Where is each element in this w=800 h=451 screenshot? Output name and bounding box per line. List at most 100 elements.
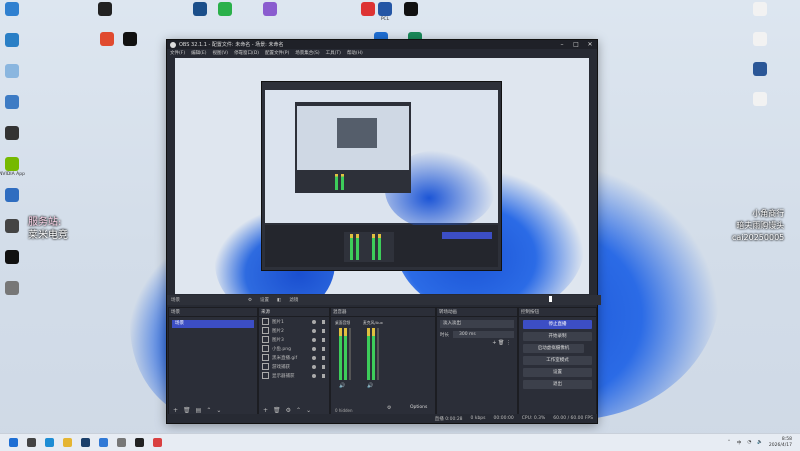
volume-fader[interactable] (377, 328, 379, 380)
speaker-icon[interactable]: 🔊 (367, 383, 373, 389)
lock-icon[interactable] (322, 346, 325, 351)
studio-mode-button[interactable]: 工作室模式 (523, 356, 592, 365)
mixer-gear-icon[interactable]: ⚙ (387, 405, 391, 411)
lock-icon[interactable] (322, 337, 325, 342)
properties-tab[interactable]: 设置 (260, 297, 269, 303)
obs-window[interactable]: OBS 32.1.1 - 配置文件: 未命名 - 场景: 未命名 – □ ✕ 文… (166, 39, 601, 424)
speaker-icon[interactable]: 🔊 (339, 383, 345, 389)
wifi-icon[interactable]: ◔ (747, 440, 751, 445)
move-down-icon[interactable]: ⌄ (216, 407, 221, 414)
obs-icon[interactable] (135, 438, 144, 447)
stop-streaming-button[interactable]: 停止直播 (523, 320, 592, 329)
source-item[interactable]: 图片1 (259, 317, 329, 326)
menu-item[interactable]: 工具(T) (326, 50, 341, 56)
desktop-shortcut[interactable] (0, 2, 27, 17)
scene-item[interactable]: 场景 (172, 320, 254, 328)
filters-tab[interactable]: 滤镜 (289, 297, 298, 303)
lock-icon[interactable] (322, 355, 325, 360)
start-icon[interactable] (9, 438, 18, 447)
source-item[interactable]: 游戏捕获 (259, 362, 329, 371)
filter-icon[interactable]: ◧ (277, 298, 281, 303)
add-source-icon[interactable]: + (263, 407, 268, 414)
move-down-icon[interactable]: ⌄ (306, 407, 311, 414)
close-icon[interactable]: ✕ (583, 41, 597, 48)
clock[interactable]: 8:58 2026/4/17 (769, 437, 792, 449)
gear-icon[interactable]: ⚙ (286, 407, 291, 414)
search-icon[interactable] (27, 438, 36, 447)
options-button[interactable]: Options (410, 405, 427, 410)
desktop-shortcut[interactable] (745, 2, 775, 17)
menu-item[interactable]: 帮助(H) (347, 50, 363, 56)
lock-icon[interactable] (322, 364, 325, 369)
desktop-shortcut[interactable] (396, 2, 426, 17)
desktop-shortcut[interactable] (210, 2, 240, 17)
desktop-shortcut[interactable] (0, 33, 27, 48)
desktop-shortcut[interactable] (0, 64, 27, 79)
desktop-shortcut[interactable] (0, 95, 27, 110)
gear-icon[interactable]: ⚙ (248, 298, 252, 303)
add-scene-icon[interactable]: + (173, 407, 178, 414)
maximize-icon[interactable]: □ (569, 41, 583, 48)
app-icon[interactable] (99, 438, 108, 447)
volume-fader[interactable] (349, 328, 351, 380)
visibility-icon[interactable] (312, 355, 316, 360)
visibility-icon[interactable] (312, 346, 316, 351)
visibility-icon[interactable] (312, 373, 316, 378)
source-item[interactable]: 图片3 (259, 335, 329, 344)
menu-item[interactable]: 视图(V) (212, 50, 228, 56)
settings-icon[interactable] (117, 438, 126, 447)
menu-item[interactable]: 停靠窗口(D) (234, 50, 259, 56)
add-transition-icon[interactable]: + (492, 340, 496, 346)
menu-item[interactable]: 配置文件(P) (265, 50, 289, 56)
delete-icon[interactable]: 🗑 (183, 407, 191, 414)
virtual-camera-button[interactable]: 启动虚拟摄像机 (523, 344, 584, 353)
desktop-shortcut[interactable] (0, 281, 27, 296)
edge-icon[interactable] (45, 438, 54, 447)
desktop-shortcut[interactable] (0, 126, 27, 141)
desktop-shortcut[interactable] (745, 32, 775, 47)
steam-icon[interactable] (81, 438, 90, 447)
desktop-shortcut[interactable] (90, 2, 120, 17)
lock-icon[interactable] (322, 319, 325, 324)
duration-input[interactable]: 300 ms (453, 331, 514, 338)
red-app-icon[interactable] (153, 438, 162, 447)
preview-canvas[interactable] (175, 58, 589, 294)
start-recording-button[interactable]: 开始录制 (523, 332, 592, 341)
title-bar[interactable]: OBS 32.1.1 - 配置文件: 未命名 - 场景: 未命名 – □ ✕ (167, 40, 597, 49)
minimize-icon[interactable]: – (555, 41, 569, 48)
move-up-icon[interactable]: ⌃ (296, 407, 301, 414)
visibility-icon[interactable] (312, 364, 316, 369)
delete-icon[interactable]: 🗑 (273, 407, 281, 414)
visibility-icon[interactable] (312, 319, 316, 324)
desktop-shortcut[interactable] (0, 250, 27, 265)
visibility-icon[interactable] (312, 337, 316, 342)
source-item[interactable]: 图片2 (259, 326, 329, 335)
menu-item[interactable]: 场景集合(S) (295, 50, 319, 56)
menu-item[interactable]: 编辑(E) (191, 50, 206, 56)
delete-icon[interactable]: 🗑 (498, 340, 504, 346)
menu-item[interactable]: 文件(F) (170, 50, 185, 56)
desktop-shortcut[interactable] (115, 32, 145, 47)
volume-icon[interactable]: 🔈 (757, 440, 763, 445)
source-item[interactable]: 小鱼.png (259, 344, 329, 353)
more-icon[interactable]: ⋮ (506, 340, 511, 346)
filter-icon[interactable]: ▤ (196, 407, 202, 414)
source-item[interactable]: 黑米直播.gif (259, 353, 329, 362)
move-up-icon[interactable]: ⌃ (206, 407, 211, 414)
visibility-icon[interactable] (312, 328, 316, 333)
desktop-shortcut[interactable] (745, 62, 775, 77)
source-item[interactable]: 显示器捕获 (259, 371, 329, 380)
explorer-icon[interactable] (63, 438, 72, 447)
desktop-shortcut[interactable] (745, 92, 775, 107)
desktop-shortcut[interactable]: NVIDIA App (0, 157, 27, 177)
desktop-shortcut[interactable] (255, 2, 285, 17)
chevron-up-icon[interactable]: ⌃ (727, 440, 731, 445)
settings-button[interactable]: 设置 (523, 368, 592, 377)
desktop-shortcut[interactable] (0, 219, 27, 234)
desktop-shortcut[interactable] (0, 188, 27, 203)
language-indicator[interactable]: 中 (737, 440, 742, 446)
lock-icon[interactable] (322, 373, 325, 378)
lock-icon[interactable] (322, 328, 325, 333)
transition-select[interactable]: 淡入淡出 (440, 320, 514, 328)
exit-button[interactable]: 退出 (523, 380, 592, 389)
